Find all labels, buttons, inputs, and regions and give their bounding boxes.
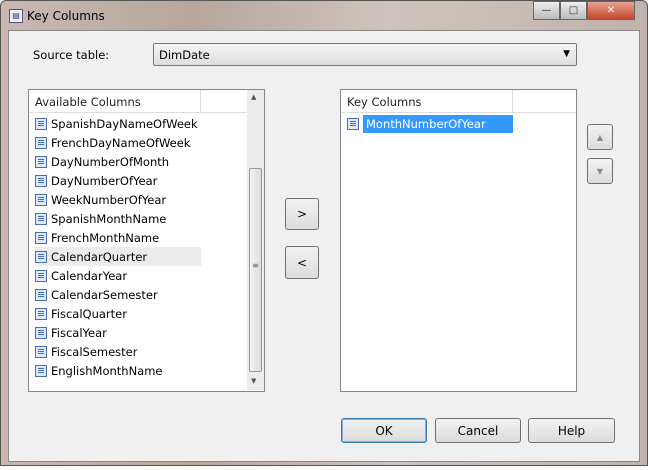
list-item[interactable]: CalendarSemester [35,285,158,304]
list-item[interactable]: DayNumberOfYear [35,171,157,190]
key-columns-list[interactable]: Key Columns MonthNumberOfYear [340,89,577,392]
maximize-button[interactable]: □ [560,1,587,20]
list-item-label: DayNumberOfMonth [51,154,170,169]
scroll-up-icon[interactable]: ▲ [251,93,256,101]
column-icon [35,288,47,301]
arrow-down-icon: ▼ [596,166,604,176]
list-item[interactable]: MonthNumberOfYear [347,114,513,133]
available-columns-list[interactable]: Available Columns SpanishDayNameOfWeek Fr… [28,89,265,392]
move-up-button[interactable]: ▲ [587,124,613,150]
key-columns-app-icon: ▤ [9,9,23,23]
list-item[interactable]: FiscalYear [35,323,107,342]
list-item[interactable]: FiscalQuarter [35,304,127,323]
header-filler [201,90,247,113]
list-item-label: FiscalYear [51,325,107,340]
source-table-label: Source table: [33,48,110,62]
scroll-down-icon[interactable]: ▼ [251,377,256,385]
help-button[interactable]: Help [528,418,615,443]
column-icon [35,326,47,339]
list-item[interactable]: DayNumberOfMonth [35,152,169,171]
key-columns-header[interactable]: Key Columns [341,90,513,113]
list-item[interactable]: WeekNumberOfYear [35,190,166,209]
list-item-label: EnglishMonthName [51,363,163,378]
column-icon [35,155,47,168]
available-columns-header[interactable]: Available Columns [29,90,201,113]
chevron-down-icon: ▼ [563,49,570,59]
list-item[interactable]: FiscalSemester [35,342,138,361]
list-item-label: FrenchDayNameOfWeek [51,135,191,150]
list-item[interactable]: CalendarYear [35,266,127,285]
list-item-label: FiscalSemester [51,344,138,359]
list-item-label: MonthNumberOfYear [363,114,513,133]
list-item[interactable]: CalendarQuarter [35,247,201,266]
remove-column-button[interactable]: < [285,246,319,279]
header-filler [513,90,576,113]
column-icon [35,307,47,320]
cancel-button[interactable]: Cancel [435,418,521,443]
column-icon [35,174,47,187]
column-icon [35,250,47,263]
column-icon [35,136,47,149]
column-icon [35,193,47,206]
column-icon [35,212,47,225]
column-icon [347,117,359,130]
window-title: Key Columns [27,9,105,23]
list-item-label: WeekNumberOfYear [51,192,167,207]
source-table-value: DimDate [159,48,210,62]
list-item-label: FrenchMonthName [51,230,160,245]
list-item[interactable]: FrenchMonthName [35,228,159,247]
source-table-combo[interactable]: DimDate ▼ [153,43,577,66]
list-item-label: CalendarQuarter [51,249,148,264]
list-item[interactable]: EnglishMonthName [35,361,163,380]
column-icon [35,231,47,244]
add-column-button[interactable]: > [285,198,319,230]
column-icon [35,269,47,282]
column-icon [35,117,47,130]
list-item-label: DayNumberOfYear [51,173,158,188]
column-icon [35,345,47,358]
list-item[interactable]: SpanishDayNameOfWeek [35,114,198,133]
ok-button[interactable]: OK [341,418,427,443]
arrow-up-icon: ▲ [596,132,604,142]
close-button[interactable]: ✕ [587,1,635,20]
move-down-button[interactable]: ▼ [587,158,613,184]
column-icon [35,364,47,377]
list-item-label: CalendarYear [51,268,128,283]
list-item[interactable]: SpanishMonthName [35,209,166,228]
minimize-button[interactable]: — [533,1,560,20]
list-item-label: SpanishMonthName [51,211,167,226]
list-item-label: SpanishDayNameOfWeek [51,116,198,131]
list-item-label: FiscalQuarter [51,306,127,321]
list-item-label: CalendarSemester [51,287,158,302]
available-scrollbar[interactable]: ▲ ≡ ▼ [247,90,264,390]
list-item[interactable]: FrenchDayNameOfWeek [35,133,190,152]
scroll-thumb[interactable]: ≡ [249,168,262,372]
